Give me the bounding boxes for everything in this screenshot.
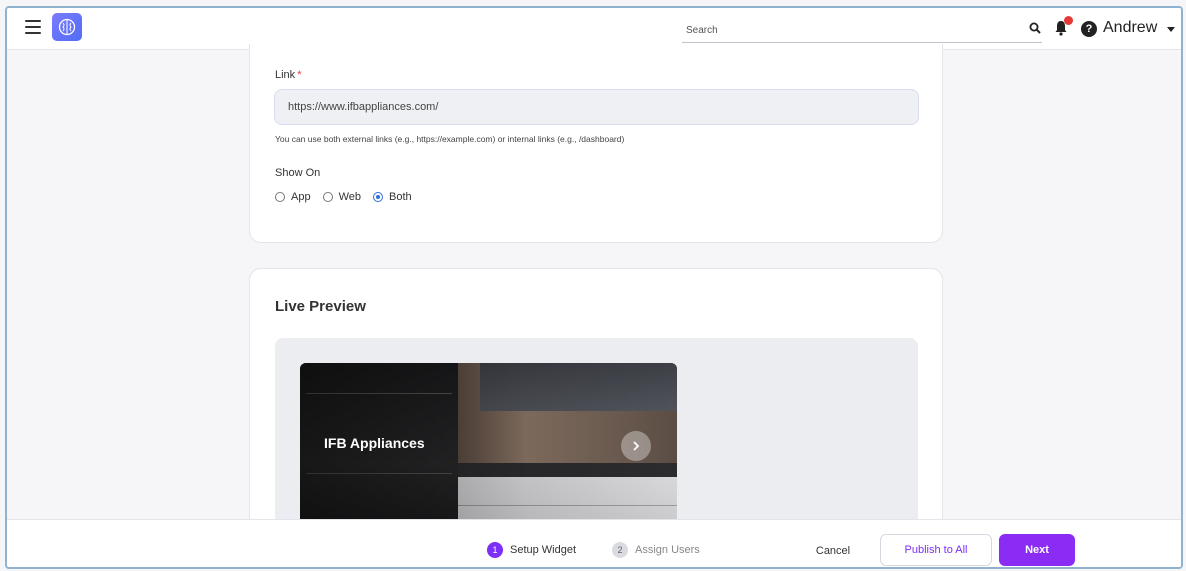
radio-both-label: Both	[389, 191, 412, 203]
link-input[interactable]	[274, 89, 919, 125]
menu-icon[interactable]	[25, 20, 41, 34]
step-number: 2	[612, 542, 628, 558]
step-label: Setup Widget	[510, 544, 577, 556]
banner-title: IFB Appliances	[324, 435, 425, 451]
step-label: Assign Users	[635, 544, 700, 556]
link-label-text: Link	[275, 69, 296, 81]
brain-logo-icon[interactable]	[52, 13, 82, 41]
publish-to-all-button[interactable]: Publish to All	[880, 534, 992, 566]
cancel-button[interactable]: Cancel	[803, 538, 863, 564]
search-bar	[682, 19, 1042, 43]
step-setup-widget[interactable]: 1 Setup Widget	[487, 542, 576, 558]
caret-down-icon[interactable]	[1167, 27, 1175, 32]
live-preview-title: Live Preview	[275, 298, 366, 315]
user-menu-name[interactable]: Andrew	[1103, 19, 1157, 37]
radio-both[interactable]	[373, 192, 383, 202]
show-on-label: Show On	[275, 167, 321, 179]
wizard-footer: 1 Setup Widget 2 Assign Users Cancel Pub…	[7, 519, 1181, 567]
radio-option-both[interactable]: Both	[373, 191, 412, 203]
notification-badge	[1064, 16, 1073, 25]
step-number: 1	[487, 542, 503, 558]
link-field-label: Link *	[275, 69, 301, 81]
link-helper-text: You can use both external links (e.g., h…	[275, 134, 625, 144]
next-button[interactable]: Next	[999, 534, 1075, 566]
step-assign-users[interactable]: 2 Assign Users	[612, 542, 700, 558]
required-marker: *	[297, 69, 302, 81]
help-icon[interactable]: ?	[1081, 21, 1097, 37]
radio-app[interactable]	[275, 192, 285, 202]
radio-option-app[interactable]: App	[275, 191, 311, 203]
link-settings-card: Link* You can use both external links (e…	[249, 44, 943, 243]
radio-app-label: App	[291, 191, 311, 203]
radio-option-web[interactable]: Web	[322, 191, 361, 203]
search-input[interactable]	[682, 19, 1022, 41]
show-on-radio-group: App Web Both	[275, 191, 424, 203]
radio-web[interactable]	[322, 192, 333, 202]
radio-web-label: Web	[338, 191, 361, 203]
search-icon[interactable]	[1029, 22, 1041, 34]
app-window: ? Andrew Link* You can use both external…	[5, 6, 1183, 569]
chevron-right-icon[interactable]	[621, 431, 651, 461]
